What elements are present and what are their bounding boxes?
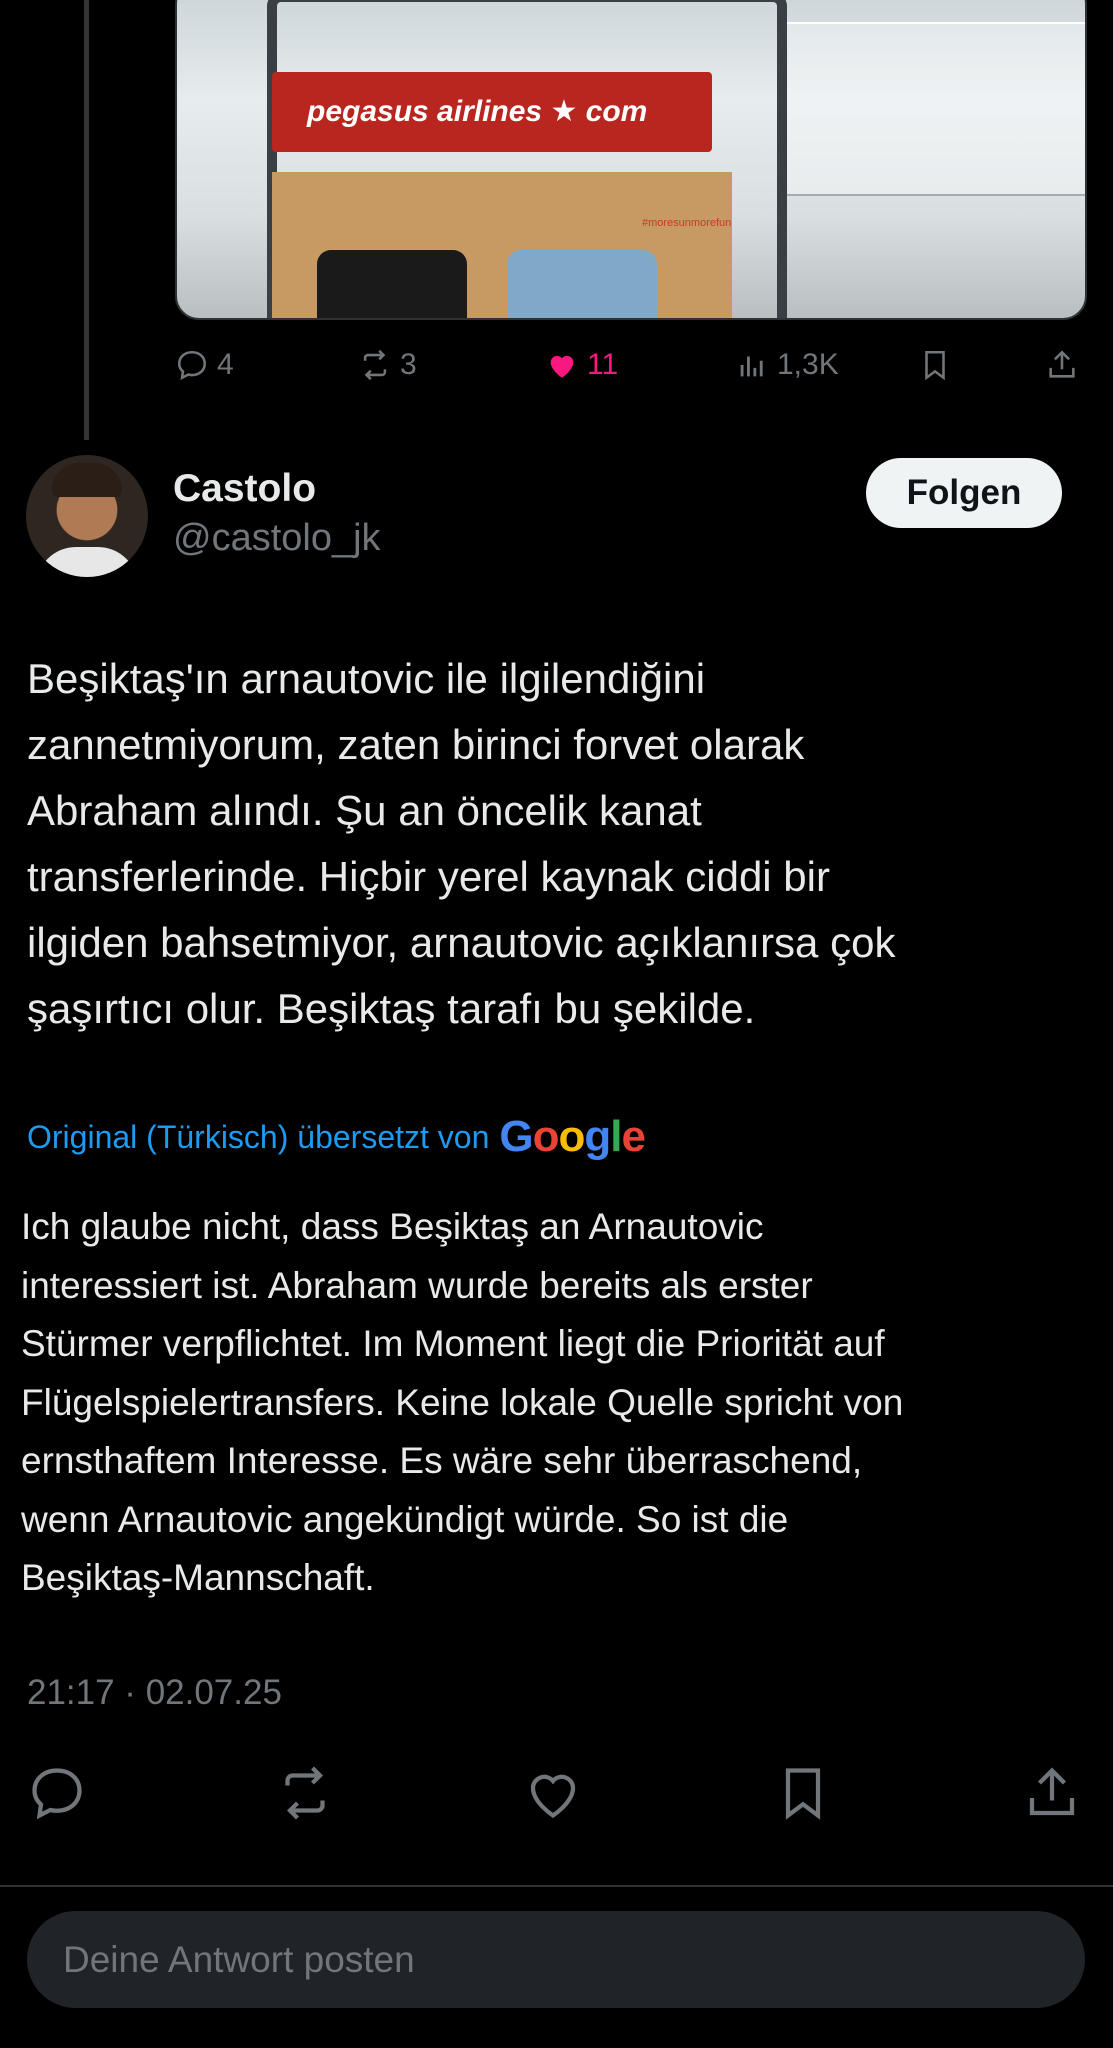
tweet-text: Beşiktaş'ın arnautovic ile ilgilendiğini… [27, 655, 896, 1032]
reply-icon [177, 350, 207, 380]
media-background-window [777, 22, 1085, 196]
repost-action[interactable]: 3 [358, 348, 417, 382]
views-action[interactable]: 1,3K [735, 348, 839, 382]
reply-count: 4 [217, 348, 234, 381]
divider [0, 1885, 1113, 1887]
follow-button[interactable]: Folgen [866, 458, 1062, 528]
repost-icon [363, 349, 387, 381]
share-icon [1049, 350, 1075, 378]
share-action[interactable] [1045, 348, 1079, 382]
reply-input[interactable]: Deine Antwort posten [27, 1911, 1085, 2008]
bookmark-button[interactable] [773, 1763, 833, 1823]
bookmark-icon [785, 1768, 821, 1820]
author-handle[interactable]: @castolo_jk [173, 517, 381, 560]
translated-text: Ich glaube nicht, dass Beşiktaş an Arnau… [21, 1206, 904, 1598]
media-bag [507, 250, 657, 318]
previous-tweet-actions: 4 3 11 1,3K [0, 340, 1113, 390]
translation-attribution[interactable]: Original (Türkisch) übersetzt von Google [27, 1112, 646, 1162]
reply-icon [32, 1768, 82, 1820]
avatar-shirt [36, 547, 138, 577]
media-bag [317, 250, 467, 318]
media-board-tag: #moresunmorefun [642, 217, 732, 229]
tweet-actions [0, 1763, 1113, 1829]
tweet-media-image[interactable]: pegasus airlines ★ com #moresunmorefun [175, 0, 1087, 320]
media-sign-text: pegasus airlines ★ com [307, 95, 648, 128]
like-icon [550, 355, 574, 378]
avatar-hair [52, 463, 122, 497]
bookmark-icon [925, 350, 945, 381]
share-icon [1029, 1767, 1075, 1816]
like-button[interactable] [523, 1763, 583, 1823]
like-icon [530, 1774, 576, 1819]
reply-placeholder: Deine Antwort posten [63, 1938, 415, 1980]
like-action[interactable]: 11 [545, 348, 618, 382]
reply-button[interactable] [27, 1763, 87, 1823]
bookmark-action[interactable] [918, 348, 952, 382]
tweet-timestamp[interactable]: 21:17 · 02.07.25 [27, 1673, 282, 1713]
repost-icon [285, 1766, 325, 1820]
share-button[interactable] [1022, 1763, 1082, 1823]
views-count: 1,3K [777, 348, 839, 381]
avatar[interactable] [26, 455, 148, 577]
author-name[interactable]: Castolo [173, 467, 316, 511]
translation-note: Original (Türkisch) übersetzt von [27, 1118, 490, 1155]
reply-action[interactable]: 4 [175, 348, 234, 382]
repost-count: 3 [400, 348, 417, 381]
google-logo: Google [499, 1112, 646, 1161]
views-icon [740, 356, 763, 377]
repost-button[interactable] [275, 1763, 335, 1823]
like-count: 11 [587, 348, 619, 381]
